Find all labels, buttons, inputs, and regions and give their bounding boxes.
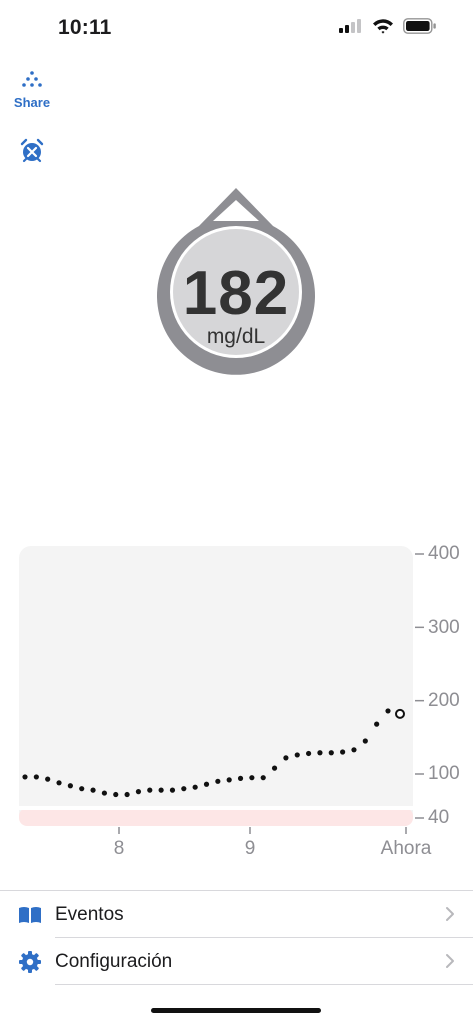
glucose-data-point	[90, 787, 96, 793]
y-tick-label: 300	[428, 617, 460, 638]
menu-item-label: Eventos	[55, 904, 124, 925]
glucose-value: 182	[182, 259, 290, 328]
glucose-unit: mg/dL	[206, 325, 266, 348]
glucose-data-point	[215, 778, 221, 784]
glucose-data-point	[305, 750, 312, 757]
glucose-data-point	[56, 780, 62, 786]
status-bar: 10:11	[0, 0, 473, 56]
status-icons	[339, 18, 437, 34]
status-time: 10:11	[58, 16, 112, 39]
glucose-data-point	[340, 749, 346, 755]
book-icon	[19, 907, 41, 923]
glucose-data-point	[79, 786, 85, 792]
glucose-data-point	[135, 789, 142, 795]
glucose-data-point	[226, 777, 232, 783]
glucose-data-point	[328, 750, 334, 756]
glucose-data-point	[203, 781, 210, 787]
x-tick-label: 9	[244, 838, 256, 859]
y-tick-label: 400	[428, 543, 460, 564]
alarm-button[interactable]	[19, 138, 45, 164]
share-dots-icon	[22, 71, 42, 87]
glucose-data-point	[351, 747, 357, 753]
glucose-data-point	[67, 783, 73, 789]
glucose-data-point	[385, 708, 391, 714]
glucose-data-point	[124, 791, 130, 798]
glucose-data-point	[271, 765, 278, 771]
glucose-data-point	[374, 721, 380, 727]
glucose-chart: 400 300 200 100 40 8 9 Ahora	[0, 540, 473, 870]
gear-icon	[19, 951, 41, 973]
glucose-data-point	[283, 755, 289, 761]
low-range-band	[19, 808, 413, 826]
glucose-data-point	[33, 774, 39, 780]
cellular-signal-icon	[339, 19, 361, 33]
x-tick-label: Ahora	[380, 838, 432, 859]
glucose-data-point	[22, 774, 28, 780]
wifi-icon	[373, 19, 393, 34]
menu-item-configuracion[interactable]: Configuración	[0, 938, 473, 985]
glucose-data-point	[147, 787, 153, 793]
glucose-data-point	[237, 775, 244, 781]
y-tick-label: 40	[428, 807, 450, 828]
glucose-data-point	[294, 752, 300, 758]
menu-item-eventos[interactable]: Eventos	[0, 891, 473, 938]
glucose-data-point	[181, 786, 187, 792]
home-indicator	[151, 1008, 321, 1013]
glucose-data-point	[260, 775, 266, 781]
glucose-data-point	[158, 787, 164, 793]
y-tick-label: 200	[428, 690, 460, 711]
glucose-data-point	[45, 776, 51, 782]
battery-icon	[403, 18, 436, 34]
share-button[interactable]: Share	[10, 70, 54, 110]
glucose-data-point	[317, 750, 323, 756]
glucose-data-point	[113, 791, 119, 798]
x-tick-label: 8	[113, 838, 125, 859]
chevron-right-icon	[446, 907, 454, 921]
glucose-data-point	[362, 738, 368, 744]
chevron-right-icon	[446, 954, 454, 968]
menu-separator	[55, 984, 473, 985]
y-tick-label: 100	[428, 763, 460, 784]
glucose-data-point	[169, 787, 176, 793]
chart-background	[19, 546, 413, 826]
glucose-data-point	[101, 790, 108, 796]
bottom-menu: Eventos Configuración	[0, 890, 473, 985]
menu-item-label: Configuración	[55, 951, 173, 972]
glucose-chart-plot	[19, 546, 424, 834]
current-reading-point	[395, 708, 405, 719]
glucose-data-point	[249, 775, 255, 781]
share-label: Share	[13, 95, 51, 110]
glucose-data-point	[192, 784, 198, 790]
alarm-muted-icon	[20, 138, 44, 163]
